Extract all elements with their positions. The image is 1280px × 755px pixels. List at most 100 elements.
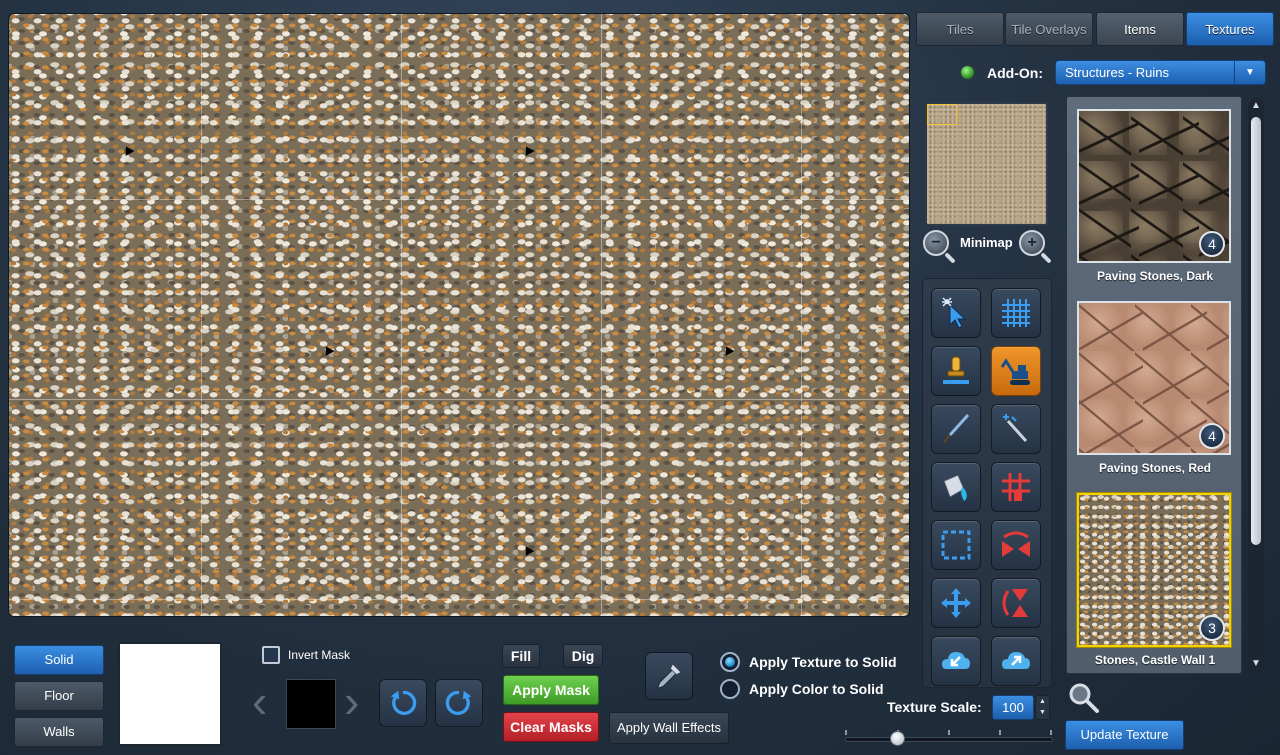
flip-horizontal-tool-button[interactable]	[991, 520, 1041, 570]
texture-scale-input[interactable]: 100	[992, 695, 1034, 720]
brush-tool-button[interactable]	[931, 404, 981, 454]
paint-bucket-tool-button[interactable]	[931, 462, 981, 512]
minimap-label: Minimap	[960, 235, 1013, 250]
paint-bucket-tool-icon	[943, 474, 967, 501]
redo-icon	[445, 690, 472, 715]
stepper-up-icon[interactable]: ▲	[1036, 696, 1049, 707]
layer-walls-button[interactable]: Walls	[14, 717, 104, 747]
stamp-tool-icon	[943, 356, 969, 384]
wall-grid-tool-icon	[1002, 473, 1030, 501]
zoom-out-icon: −	[923, 230, 949, 256]
stamp-tool-button[interactable]	[931, 346, 981, 396]
map-marker-icon	[121, 144, 135, 156]
texture-label: Paving Stones, Dark	[1096, 269, 1214, 283]
clear-masks-button[interactable]: Clear Masks	[503, 712, 599, 742]
slider-thumb[interactable]	[889, 731, 905, 746]
layer-floor-button[interactable]: Floor	[14, 681, 104, 711]
color-swatch[interactable]	[118, 642, 222, 746]
tool-palette	[922, 278, 1052, 688]
apply-color-radio[interactable]	[720, 679, 740, 699]
apply-color-label: Apply Color to Solid	[749, 681, 884, 697]
wall-grid-tool-button[interactable]	[991, 462, 1041, 512]
scroll-down-icon[interactable]: ▼	[1248, 656, 1264, 672]
chevron-down-icon[interactable]: ▼	[1234, 61, 1265, 84]
magic-wand-tool-button[interactable]	[991, 404, 1041, 454]
texture-item-paving-stones-dark[interactable]: 4 Paving Stones, Dark	[1077, 109, 1233, 283]
undo-button[interactable]	[379, 679, 427, 727]
zoom-in-icon: +	[1019, 230, 1045, 256]
tab-textures[interactable]: Textures	[1186, 12, 1274, 46]
flip-horizontal-tool-icon	[1002, 531, 1030, 557]
texture-count-badge: 4	[1199, 423, 1225, 449]
import-tool-icon	[942, 652, 970, 669]
tab-tile-overlays[interactable]: Tile Overlays	[1005, 12, 1093, 46]
texture-thumbnail: 4	[1077, 301, 1231, 455]
scrollbar-thumb[interactable]	[1251, 117, 1261, 545]
slider-tick	[999, 730, 1001, 735]
move-tool-button[interactable]	[931, 578, 981, 628]
map-marker-icon	[521, 144, 535, 156]
map-marker-icon	[321, 344, 335, 356]
search-button[interactable]	[1066, 680, 1102, 721]
minimap-viewport[interactable]	[927, 104, 957, 125]
texture-count-badge: 3	[1199, 615, 1225, 641]
previous-mask-icon[interactable]: ‹	[252, 678, 267, 724]
flip-vertical-tool-button[interactable]	[991, 578, 1041, 628]
addon-status-icon	[961, 66, 974, 79]
slider-tick	[948, 730, 950, 735]
move-tool-icon	[941, 588, 971, 618]
select-tool-button[interactable]	[931, 288, 981, 338]
addon-label: Add-On:	[987, 65, 1043, 81]
texture-label: Stones, Castle Wall 1	[1094, 653, 1216, 667]
texture-scale-label: Texture Scale:	[887, 699, 982, 715]
scroll-up-icon[interactable]: ▲	[1248, 98, 1264, 114]
grid-tool-button[interactable]	[991, 288, 1041, 338]
map-marker-icon	[521, 544, 535, 556]
export-tool-button[interactable]	[991, 636, 1041, 686]
texture-thumbnail: 3	[1077, 493, 1231, 647]
excavator-tool-icon	[1000, 358, 1030, 385]
texture-item-stones-castle-wall-1[interactable]: 3 Stones, Castle Wall 1	[1077, 493, 1233, 667]
texture-list: 4 Paving Stones, Dark 4 Paving Stones, R…	[1066, 96, 1242, 674]
apply-wall-effects-button[interactable]: Apply Wall Effects	[609, 712, 729, 744]
invert-mask-checkbox[interactable]	[262, 646, 280, 664]
excavator-tool-button[interactable]	[991, 346, 1041, 396]
search-icon	[1069, 683, 1099, 713]
apply-texture-radio[interactable]	[720, 652, 740, 672]
tab-tiles[interactable]: Tiles	[916, 12, 1004, 46]
texture-item-paving-stones-red[interactable]: 4 Paving Stones, Red	[1077, 301, 1233, 475]
apply-mask-button[interactable]: Apply Mask	[503, 675, 599, 705]
marquee-select-tool-button[interactable]	[931, 520, 981, 570]
slider-tick	[845, 730, 847, 735]
undo-icon	[390, 690, 417, 715]
layer-solid-button[interactable]: Solid	[14, 645, 104, 675]
texture-label: Paving Stones, Red	[1098, 461, 1212, 475]
apply-texture-label: Apply Texture to Solid	[749, 654, 897, 670]
import-tool-button[interactable]	[931, 636, 981, 686]
texture-thumbnail: 4	[1077, 109, 1231, 263]
eyedropper-icon	[656, 664, 681, 690]
next-mask-icon[interactable]: ›	[344, 678, 359, 724]
addon-selected-value: Structures - Ruins	[1065, 65, 1170, 80]
texture-scale-stepper[interactable]: ▲ ▼	[1035, 695, 1050, 720]
texture-scale-slider[interactable]	[845, 737, 1053, 742]
slider-tick	[1050, 730, 1052, 735]
marquee-select-tool-icon	[941, 530, 971, 560]
invert-mask-label: Invert Mask	[288, 648, 351, 662]
eyedropper-button[interactable]	[645, 652, 693, 700]
flip-vertical-tool-icon	[1002, 589, 1028, 617]
zoom-out-button[interactable]: −	[923, 230, 956, 264]
stepper-down-icon[interactable]: ▼	[1036, 707, 1049, 718]
mask-preview	[286, 679, 336, 729]
tab-items[interactable]: Items	[1096, 12, 1184, 46]
redo-button[interactable]	[435, 679, 483, 727]
fill-button[interactable]: Fill	[502, 644, 540, 668]
map-canvas[interactable]	[8, 13, 910, 617]
select-tool-icon	[942, 297, 967, 329]
magic-wand-tool-icon	[1003, 414, 1028, 443]
update-texture-button[interactable]: Update Texture	[1065, 720, 1184, 750]
dig-button[interactable]: Dig	[563, 644, 603, 668]
zoom-in-button[interactable]: +	[1019, 230, 1052, 264]
map-marker-icon	[721, 344, 735, 356]
export-tool-icon	[1002, 652, 1030, 669]
